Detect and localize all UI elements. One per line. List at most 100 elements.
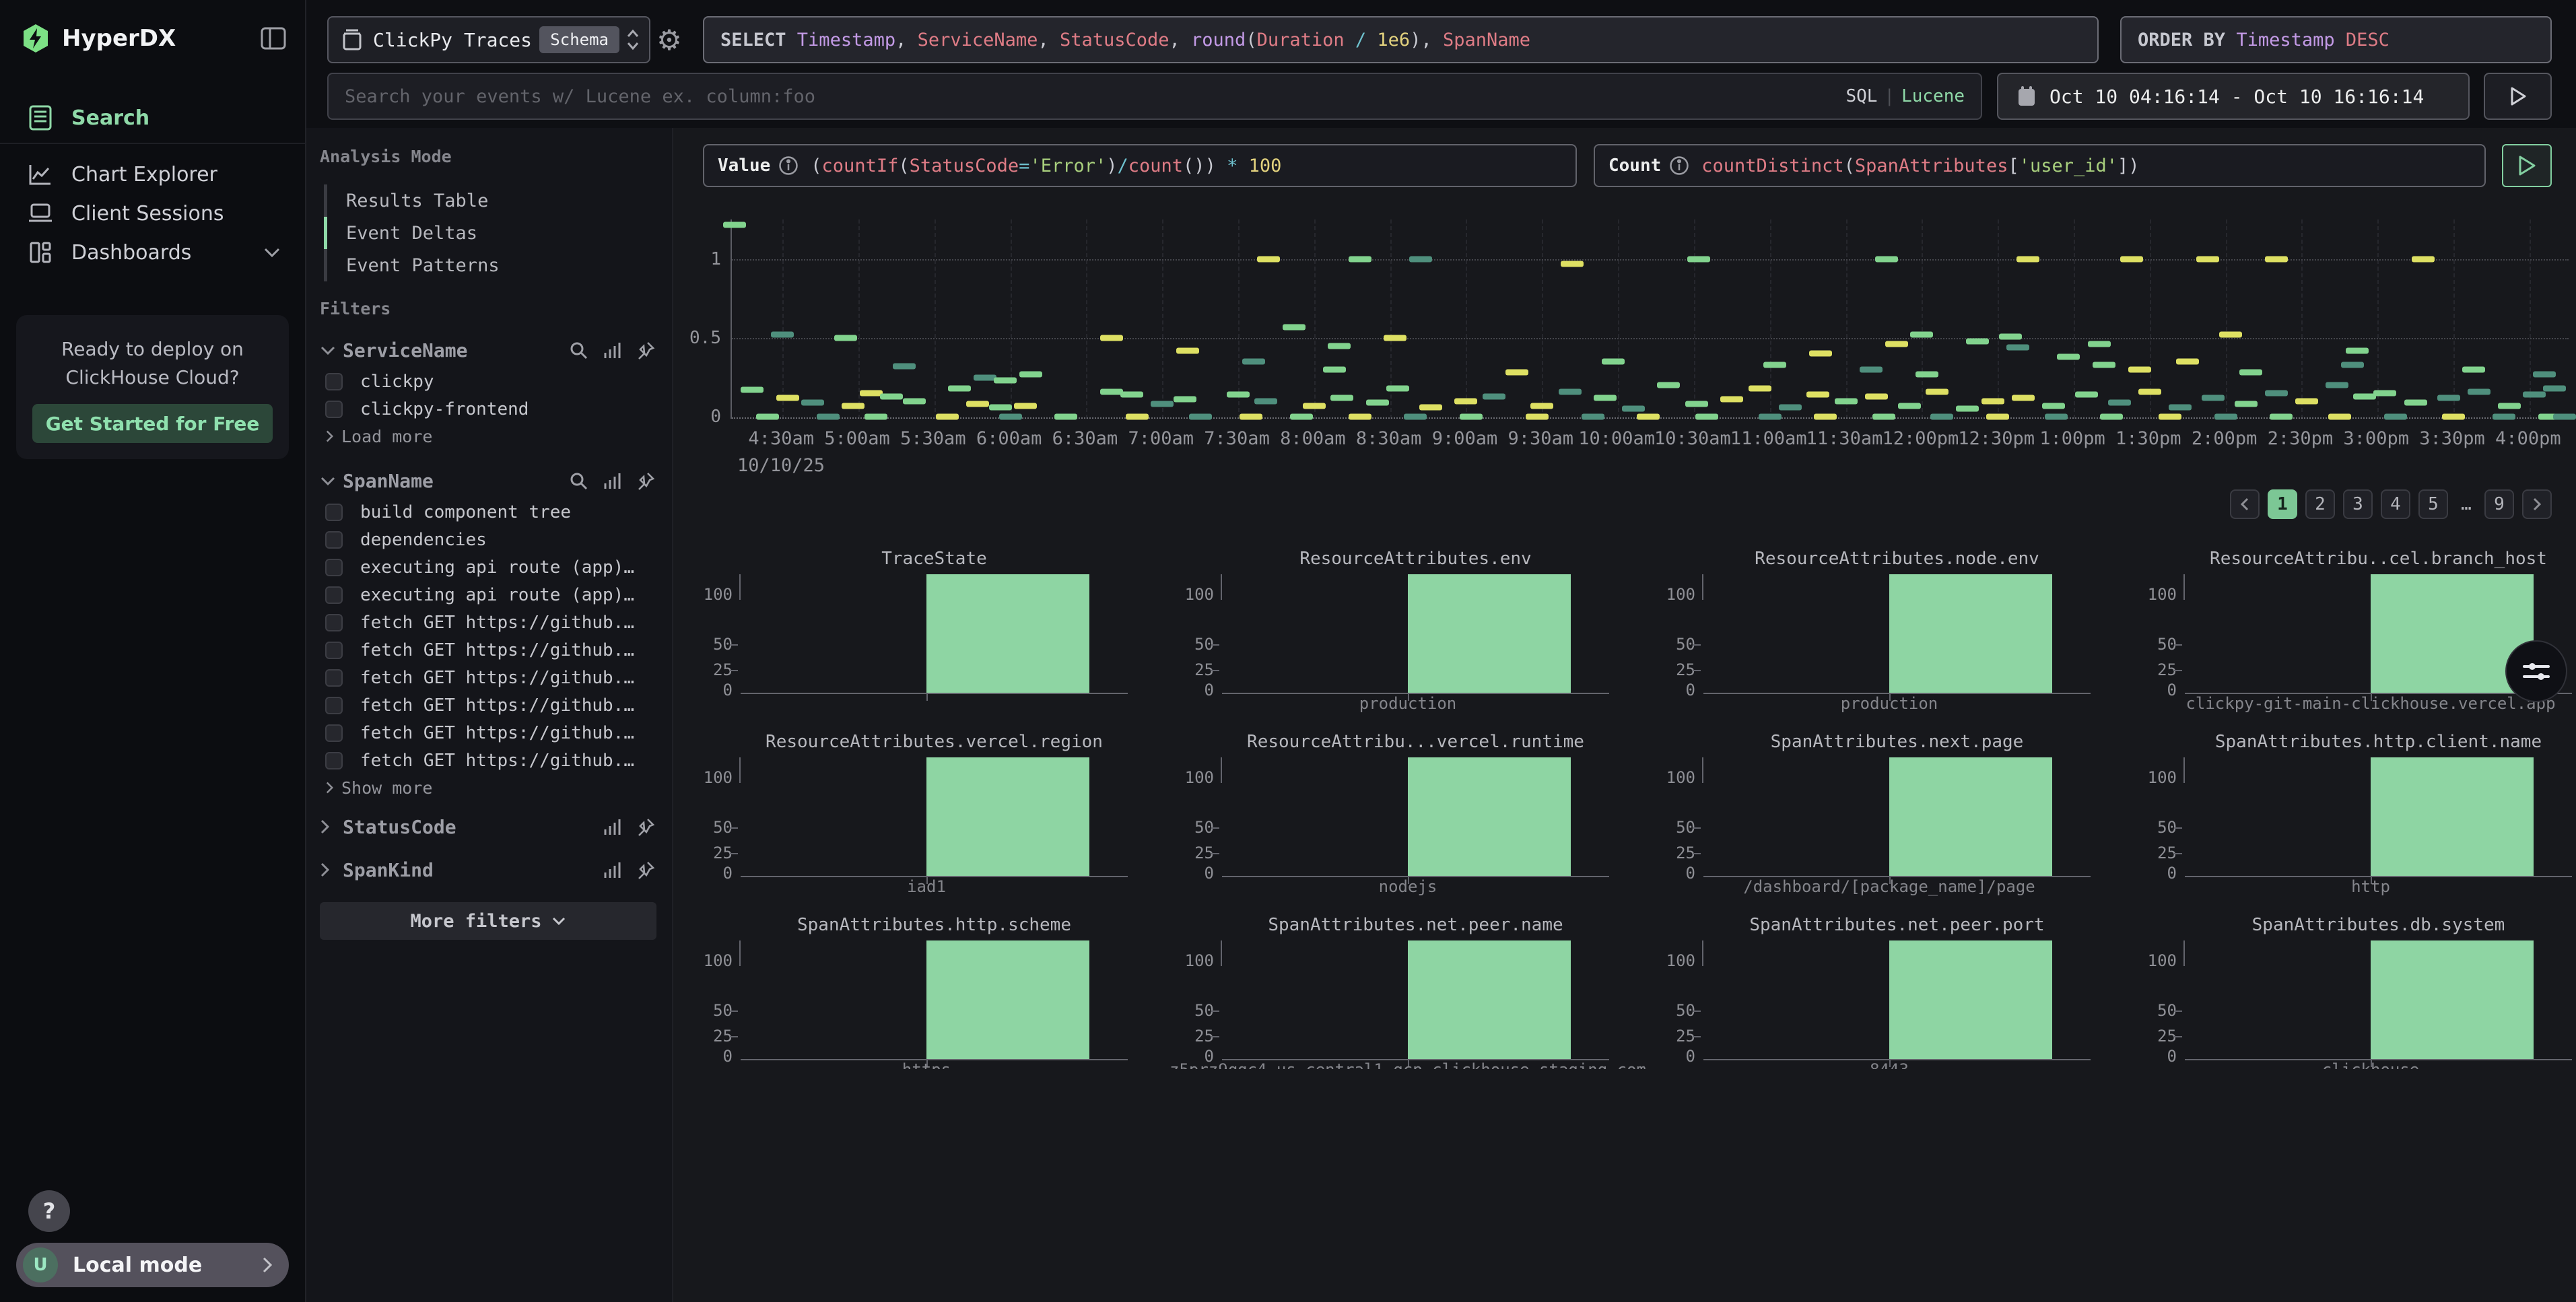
- facet-chart[interactable]: ResourceAttributes.env10050250production: [1183, 549, 1609, 713]
- checkbox[interactable]: [325, 614, 343, 631]
- facet-bar: [926, 940, 1089, 1059]
- page-button-1[interactable]: 1: [2268, 489, 2297, 519]
- facet-chart[interactable]: SpanAttributes.net.peer.name10050250z5pr…: [1183, 915, 1609, 1069]
- page-button-3[interactable]: 3: [2343, 489, 2373, 519]
- sidebar-item-client-sessions[interactable]: Client Sessions: [0, 194, 305, 233]
- source-select[interactable]: ClickPy Traces Schema: [327, 16, 650, 63]
- local-mode-pill[interactable]: U Local mode: [16, 1243, 289, 1287]
- sql-mode-option[interactable]: SQL: [1845, 86, 1877, 106]
- lucene-mode-option[interactable]: Lucene: [1901, 86, 1965, 106]
- filter-option[interactable]: fetch GET https://github.…: [325, 747, 655, 774]
- filter-group-spankind[interactable]: SpanKind: [320, 852, 655, 887]
- search-icon[interactable]: [569, 341, 588, 359]
- facet-chart[interactable]: SpanAttributes.net.peer.port100502508443: [1664, 915, 2091, 1069]
- analysis-mode-item-event-deltas[interactable]: Event Deltas: [324, 217, 655, 249]
- facet-chart[interactable]: TraceState10050250: [702, 549, 1128, 713]
- facet-plot-area: [1222, 757, 1609, 877]
- checkbox[interactable]: [325, 697, 343, 714]
- filter-option[interactable]: dependencies: [325, 526, 655, 553]
- apply-metrics-button[interactable]: [2502, 144, 2552, 187]
- page-button-4[interactable]: 4: [2381, 489, 2410, 519]
- pin-icon[interactable]: [636, 860, 655, 879]
- count-expression-input[interactable]: Count countDistinct(SpanAttributes['user…: [1594, 144, 2486, 187]
- page-button-5[interactable]: 5: [2418, 489, 2448, 519]
- checkbox[interactable]: [325, 373, 343, 390]
- run-search-button[interactable]: [2484, 73, 2552, 120]
- facet-chart[interactable]: SpanAttributes.db.system10050250clickhou…: [2146, 915, 2572, 1069]
- filter-option[interactable]: clickpy: [325, 368, 655, 395]
- language-toggle[interactable]: SQL|Lucene: [1845, 86, 1965, 106]
- facet-chart[interactable]: SpanAttributes.next.page10050250/dashboa…: [1664, 732, 2091, 896]
- more-filters-button[interactable]: More filters: [320, 902, 656, 940]
- data-point: [865, 414, 887, 420]
- prev-page-button[interactable]: [2230, 489, 2260, 519]
- analysis-mode-item-event-patterns[interactable]: Event Patterns: [324, 249, 655, 281]
- filter-option[interactable]: fetch GET https://github.…: [325, 719, 655, 747]
- checkbox[interactable]: [325, 669, 343, 687]
- search-icon[interactable]: [569, 471, 588, 490]
- servicename-load-more[interactable]: Load more: [325, 423, 655, 450]
- sql-select-editor[interactable]: SELECT Timestamp, ServiceName, StatusCod…: [703, 16, 2099, 63]
- checkbox[interactable]: [325, 504, 343, 521]
- checkbox[interactable]: [325, 401, 343, 418]
- facet-chart[interactable]: SpanAttributes.http.client.name10050250h…: [2146, 732, 2572, 896]
- filter-option[interactable]: fetch GET https://github.…: [325, 691, 655, 719]
- checkbox[interactable]: [325, 724, 343, 742]
- bar-chart-icon[interactable]: [603, 471, 621, 490]
- bar-chart-icon[interactable]: [603, 817, 621, 836]
- filter-group-servicename[interactable]: ServiceName: [320, 333, 655, 368]
- pin-icon[interactable]: [636, 471, 655, 490]
- pin-icon[interactable]: [636, 341, 655, 359]
- next-page-button[interactable]: [2522, 489, 2552, 519]
- filter-option[interactable]: build component tree: [325, 498, 655, 526]
- chevron-down-icon: [551, 916, 566, 926]
- sliders-icon: [2521, 658, 2551, 685]
- filter-option[interactable]: clickpy-frontend: [325, 395, 655, 423]
- sidebar: HyperDX Search Chart Explorer: [0, 0, 306, 1302]
- sidebar-item-chart-explorer[interactable]: Chart Explorer: [0, 155, 305, 194]
- filter-group-statuscode[interactable]: StatusCode: [320, 809, 655, 844]
- order-by-editor[interactable]: ORDER BY Timestamp DESC: [2120, 16, 2552, 63]
- filter-option[interactable]: executing api route (app)…: [325, 553, 655, 581]
- page-button-2[interactable]: 2: [2305, 489, 2335, 519]
- checkbox[interactable]: [325, 586, 343, 604]
- filter-group-spanname[interactable]: SpanName: [320, 463, 655, 498]
- pin-icon[interactable]: [636, 817, 655, 836]
- laptop-icon: [27, 200, 54, 227]
- chevron-right-icon: [320, 862, 337, 878]
- gear-icon[interactable]: ⚙: [650, 16, 688, 63]
- facet-chart[interactable]: SpanAttributes.http.scheme10050250https: [702, 915, 1128, 1069]
- sidebar-item-dashboards[interactable]: Dashboards: [0, 233, 305, 272]
- facet-y-axis: 10050250: [1664, 757, 1703, 877]
- data-point: [1366, 399, 1389, 405]
- chevron-down-icon: [263, 247, 281, 258]
- event-deltas-chart[interactable]: 10.50: [690, 219, 2576, 419]
- filter-option[interactable]: fetch GET https://github.…: [325, 609, 655, 636]
- get-started-button[interactable]: Get Started for Free: [32, 404, 273, 443]
- value-expression-input[interactable]: Value (countIf(StatusCode='Error')/count…: [703, 144, 1577, 187]
- page-button-9[interactable]: 9: [2484, 489, 2514, 519]
- analysis-mode-item-results-table[interactable]: Results Table: [324, 184, 655, 217]
- checkbox[interactable]: [325, 752, 343, 769]
- checkbox[interactable]: [325, 559, 343, 576]
- filter-option[interactable]: fetch GET https://github.…: [325, 636, 655, 664]
- sidebar-item-search[interactable]: Search: [0, 98, 305, 137]
- help-button[interactable]: ?: [28, 1190, 70, 1232]
- facet-chart[interactable]: ResourceAttribu..cel.branch_host10050250…: [2146, 549, 2572, 713]
- facet-plot-row: 10050250: [2146, 757, 2572, 877]
- checkbox[interactable]: [325, 642, 343, 659]
- date-range-picker[interactable]: Oct 10 04:16:14 - Oct 10 16:16:14: [1997, 73, 2470, 120]
- sidebar-collapse-icon[interactable]: [261, 27, 286, 50]
- spanname-show-more[interactable]: Show more: [325, 774, 655, 801]
- facet-chart[interactable]: ResourceAttributes.node.env10050250produ…: [1664, 549, 2091, 713]
- filter-option[interactable]: executing api route (app)…: [325, 581, 655, 609]
- bar-chart-icon[interactable]: [603, 860, 621, 879]
- facet-chart[interactable]: ResourceAttribu...vercel.runtime10050250…: [1183, 732, 1609, 896]
- chart-settings-fab[interactable]: [2505, 640, 2567, 702]
- facet-chart[interactable]: ResourceAttributes.vercel.region10050250…: [702, 732, 1128, 896]
- bar-chart-icon[interactable]: [603, 341, 621, 359]
- filter-option[interactable]: fetch GET https://github.…: [325, 664, 655, 691]
- data-point: [1386, 385, 1409, 391]
- checkbox[interactable]: [325, 531, 343, 549]
- search-input[interactable]: [345, 86, 1845, 107]
